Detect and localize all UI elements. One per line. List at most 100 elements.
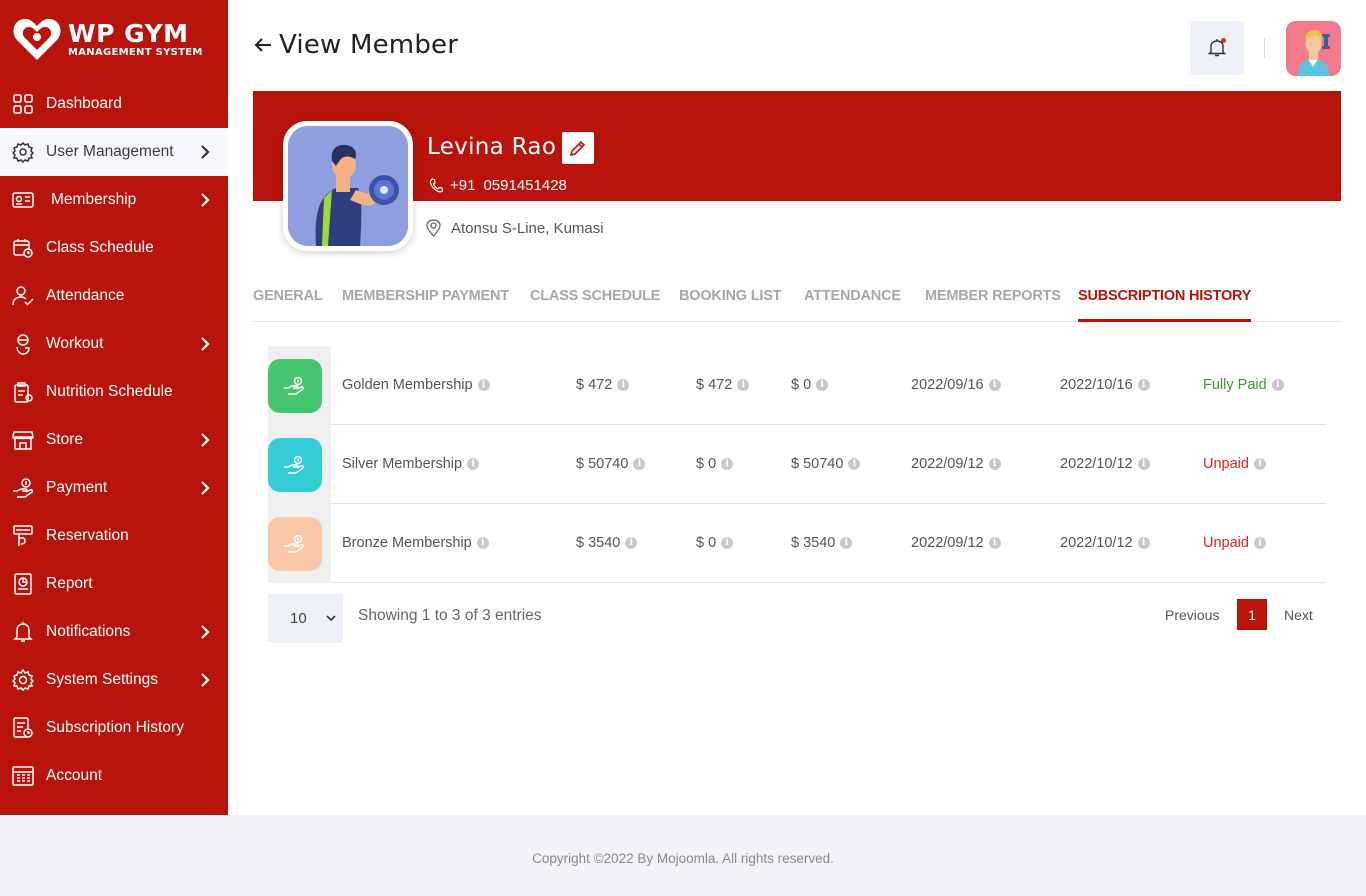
- tab-class-schedule[interactable]: CLASS SCHEDULE: [530, 288, 660, 321]
- tab-membership-payment[interactable]: MEMBERSHIP PAYMENT: [342, 288, 509, 321]
- start-date-cell: 2022/09/12 i: [911, 535, 1001, 551]
- page-header: View Member: [253, 30, 458, 60]
- sidebar-item-label: Payment: [46, 479, 108, 496]
- user-avatar[interactable]: [1286, 21, 1341, 76]
- page-title: View Member: [279, 30, 459, 60]
- back-arrow-icon[interactable]: [253, 35, 273, 55]
- due-amount-cell: $ 3540 i: [791, 535, 853, 551]
- info-icon[interactable]: i: [1253, 537, 1266, 549]
- info-icon[interactable]: i: [476, 537, 489, 549]
- logo-subtitle: MANAGEMENT SYSTEM: [68, 46, 203, 58]
- info-icon[interactable]: i: [816, 379, 829, 391]
- sidebar-item-store[interactable]: Store: [0, 416, 228, 464]
- info-icon[interactable]: i: [721, 537, 734, 549]
- phone-number: 0591451428: [483, 177, 567, 194]
- sidebar-item-label: Reservation: [46, 527, 129, 544]
- pencil-icon: [569, 140, 586, 157]
- page-1-button[interactable]: 1: [1237, 599, 1267, 630]
- info-icon[interactable]: i: [625, 537, 638, 549]
- phone-country-code: +91: [450, 177, 476, 194]
- status-badge: Fully Paid: [1203, 377, 1267, 393]
- tab-member-reports[interactable]: MEMBER REPORTS: [925, 288, 1061, 321]
- start-date-cell: 2022/09/16 i: [911, 377, 1001, 393]
- sidebar-item-payment[interactable]: Payment: [0, 464, 228, 512]
- user-check-icon: [12, 285, 34, 307]
- tab-subscription-history[interactable]: SUBSCRIPTION HISTORY: [1078, 288, 1251, 322]
- sidebar: WP GYM MANAGEMENT SYSTEM Dashboard User …: [0, 0, 228, 815]
- workout-icon: [12, 333, 34, 355]
- member-phone: +91 0591451428: [429, 177, 567, 194]
- reservation-icon: [12, 525, 34, 547]
- sidebar-item-subscription-history[interactable]: Subscription History: [0, 704, 228, 752]
- logo[interactable]: WP GYM MANAGEMENT SYSTEM: [12, 14, 222, 64]
- info-icon[interactable]: i: [988, 458, 1001, 470]
- next-page-button[interactable]: Next: [1284, 607, 1313, 623]
- info-icon[interactable]: i: [1253, 458, 1266, 470]
- info-icon[interactable]: i: [988, 379, 1001, 391]
- sidebar-item-reservation[interactable]: Reservation: [0, 512, 228, 560]
- sidebar-item-label: Report: [46, 575, 93, 592]
- status-badge: Unpaid: [1203, 456, 1249, 472]
- info-icon[interactable]: i: [840, 537, 853, 549]
- member-avatar: [283, 121, 413, 251]
- chevron-right-icon: [201, 193, 210, 207]
- info-icon[interactable]: i: [633, 458, 646, 470]
- entries-info: Showing 1 to 3 of 3 entries: [358, 607, 542, 624]
- info-icon[interactable]: i: [848, 458, 861, 470]
- status-cell: Unpaid i: [1203, 456, 1266, 472]
- chevron-down-icon: [326, 615, 336, 622]
- sidebar-item-label: Membership: [51, 191, 137, 208]
- membership-handshake-icon[interactable]: [268, 438, 322, 492]
- sidebar-item-system-settings[interactable]: System Settings: [0, 656, 228, 704]
- sidebar-item-label: Store: [46, 431, 84, 448]
- member-name: Levina Rao: [427, 134, 557, 160]
- chevron-right-icon: [201, 481, 210, 495]
- tab-general[interactable]: GENERAL: [253, 288, 323, 321]
- membership-name-cell: Golden Membership i: [342, 377, 490, 393]
- end-date-cell: 2022/10/12 i: [1060, 535, 1150, 551]
- sidebar-item-account[interactable]: Account: [0, 752, 228, 800]
- info-icon[interactable]: i: [1137, 458, 1150, 470]
- membership-handshake-icon[interactable]: [268, 517, 322, 571]
- sidebar-item-label: Nutrition Schedule: [46, 383, 173, 400]
- sidebar-item-notifications[interactable]: Notifications: [0, 608, 228, 656]
- sidebar-item-attendance[interactable]: Attendance: [0, 272, 228, 320]
- tab-attendance[interactable]: ATTENDANCE: [804, 288, 901, 321]
- sidebar-item-membership[interactable]: Membership: [0, 176, 228, 224]
- chevron-right-icon: [201, 673, 210, 687]
- info-icon[interactable]: i: [737, 379, 750, 391]
- tab-booking-list[interactable]: BOOKING LIST: [679, 288, 782, 321]
- info-icon[interactable]: i: [1271, 379, 1284, 391]
- page-size-select[interactable]: 10: [268, 594, 343, 643]
- sidebar-item-dashboard[interactable]: Dashboard: [0, 80, 228, 128]
- info-icon[interactable]: i: [721, 458, 734, 470]
- sidebar-item-user-management[interactable]: User Management: [0, 128, 228, 176]
- sidebar-item-nutrition-schedule[interactable]: Nutrition Schedule: [0, 368, 228, 416]
- subscription-table: Golden Membership i $ 472 i $ 472 i $ 0i 20…: [268, 346, 1326, 583]
- edit-member-button[interactable]: [562, 132, 594, 164]
- info-icon[interactable]: i: [988, 537, 1001, 549]
- info-icon[interactable]: i: [1137, 379, 1150, 391]
- member-address: Atonsu S-Line, Kumasi: [426, 219, 604, 237]
- sidebar-item-workout[interactable]: Workout: [0, 320, 228, 368]
- sidebar-item-class-schedule[interactable]: Class Schedule: [0, 224, 228, 272]
- membership-name-cell: Silver Membership i: [342, 456, 480, 472]
- info-icon[interactable]: i: [617, 379, 630, 391]
- gear-icon: [12, 669, 34, 691]
- info-icon[interactable]: i: [467, 458, 480, 470]
- previous-page-button[interactable]: Previous: [1165, 607, 1219, 623]
- info-icon[interactable]: i: [1137, 537, 1150, 549]
- notifications-button[interactable]: [1190, 21, 1244, 75]
- sidebar-item-label: Notifications: [46, 623, 131, 640]
- header-divider: [1264, 38, 1265, 58]
- bell-icon: [12, 621, 34, 643]
- address-text: Atonsu S-Line, Kumasi: [451, 219, 604, 237]
- due-amount-cell: $ 50740 i: [791, 456, 861, 472]
- membership-handshake-icon[interactable]: [268, 359, 322, 413]
- sidebar-item-report[interactable]: Report: [0, 560, 228, 608]
- info-icon[interactable]: i: [477, 379, 490, 391]
- table-row: Golden Membership i $ 472 i $ 472 i $ 0i 20…: [268, 346, 1326, 425]
- paid-amount-cell: $ 0i: [696, 456, 734, 472]
- start-date-cell: 2022/09/12 i: [911, 456, 1001, 472]
- payment-hand-icon: [12, 477, 34, 499]
